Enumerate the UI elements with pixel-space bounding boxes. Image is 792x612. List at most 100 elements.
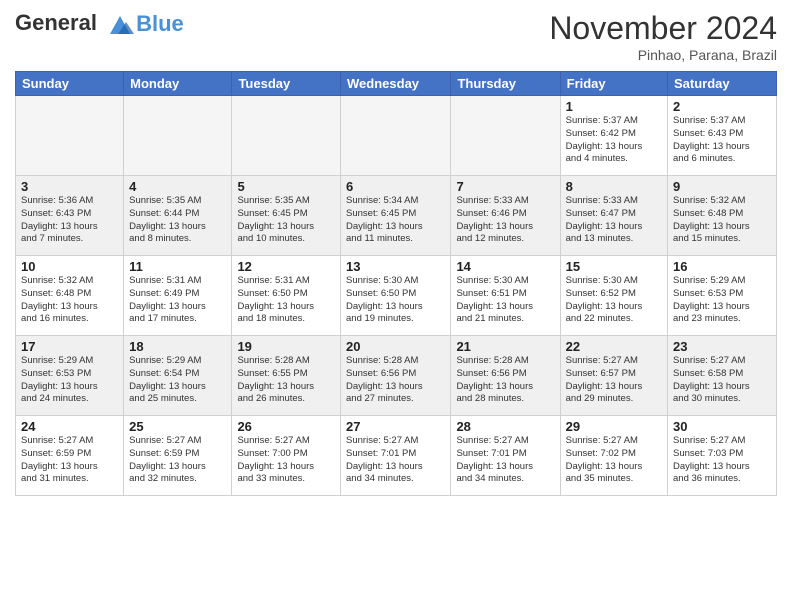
calendar-week-1: 1Sunrise: 5:37 AM Sunset: 6:42 PM Daylig… xyxy=(16,96,777,176)
header-saturday: Saturday xyxy=(668,72,777,96)
day-number: 22 xyxy=(566,339,662,354)
calendar-day-cell: 14Sunrise: 5:30 AM Sunset: 6:51 PM Dayli… xyxy=(451,256,560,336)
day-info: Sunrise: 5:27 AM Sunset: 7:00 PM Dayligh… xyxy=(237,435,335,486)
day-info: Sunrise: 5:28 AM Sunset: 6:56 PM Dayligh… xyxy=(456,355,554,406)
day-info: Sunrise: 5:29 AM Sunset: 6:53 PM Dayligh… xyxy=(673,275,771,326)
day-info: Sunrise: 5:27 AM Sunset: 6:59 PM Dayligh… xyxy=(21,435,118,486)
calendar-day-cell xyxy=(16,96,124,176)
day-info: Sunrise: 5:30 AM Sunset: 6:51 PM Dayligh… xyxy=(456,275,554,326)
day-info: Sunrise: 5:37 AM Sunset: 6:43 PM Dayligh… xyxy=(673,115,771,166)
calendar-day-cell: 2Sunrise: 5:37 AM Sunset: 6:43 PM Daylig… xyxy=(668,96,777,176)
header-friday: Friday xyxy=(560,72,667,96)
calendar-day-cell: 27Sunrise: 5:27 AM Sunset: 7:01 PM Dayli… xyxy=(341,416,451,496)
day-info: Sunrise: 5:30 AM Sunset: 6:52 PM Dayligh… xyxy=(566,275,662,326)
day-number: 8 xyxy=(566,179,662,194)
header-tuesday: Tuesday xyxy=(232,72,341,96)
calendar-day-cell: 16Sunrise: 5:29 AM Sunset: 6:53 PM Dayli… xyxy=(668,256,777,336)
day-number: 4 xyxy=(129,179,226,194)
logo: General Blue xyxy=(15,10,184,38)
day-info: Sunrise: 5:29 AM Sunset: 6:54 PM Dayligh… xyxy=(129,355,226,406)
day-number: 18 xyxy=(129,339,226,354)
logo-general: General xyxy=(15,10,97,35)
header-sunday: Sunday xyxy=(16,72,124,96)
day-number: 17 xyxy=(21,339,118,354)
calendar-week-5: 24Sunrise: 5:27 AM Sunset: 6:59 PM Dayli… xyxy=(16,416,777,496)
calendar-day-cell: 21Sunrise: 5:28 AM Sunset: 6:56 PM Dayli… xyxy=(451,336,560,416)
calendar-day-cell: 23Sunrise: 5:27 AM Sunset: 6:58 PM Dayli… xyxy=(668,336,777,416)
calendar-day-cell: 8Sunrise: 5:33 AM Sunset: 6:47 PM Daylig… xyxy=(560,176,667,256)
calendar-day-cell: 10Sunrise: 5:32 AM Sunset: 6:48 PM Dayli… xyxy=(16,256,124,336)
calendar-day-cell: 30Sunrise: 5:27 AM Sunset: 7:03 PM Dayli… xyxy=(668,416,777,496)
day-number: 6 xyxy=(346,179,445,194)
day-info: Sunrise: 5:33 AM Sunset: 6:47 PM Dayligh… xyxy=(566,195,662,246)
logo-icon xyxy=(106,10,134,38)
header: General Blue November 2024 Pinhao, Paran… xyxy=(15,10,777,63)
day-number: 30 xyxy=(673,419,771,434)
day-info: Sunrise: 5:32 AM Sunset: 6:48 PM Dayligh… xyxy=(21,275,118,326)
day-number: 20 xyxy=(346,339,445,354)
calendar-day-cell xyxy=(451,96,560,176)
day-number: 1 xyxy=(566,99,662,114)
day-number: 25 xyxy=(129,419,226,434)
title-block: November 2024 Pinhao, Parana, Brazil xyxy=(549,10,777,63)
day-info: Sunrise: 5:31 AM Sunset: 6:50 PM Dayligh… xyxy=(237,275,335,326)
day-info: Sunrise: 5:33 AM Sunset: 6:46 PM Dayligh… xyxy=(456,195,554,246)
day-info: Sunrise: 5:28 AM Sunset: 6:55 PM Dayligh… xyxy=(237,355,335,406)
calendar-day-cell: 7Sunrise: 5:33 AM Sunset: 6:46 PM Daylig… xyxy=(451,176,560,256)
calendar-table: Sunday Monday Tuesday Wednesday Thursday… xyxy=(15,71,777,496)
calendar-day-cell: 29Sunrise: 5:27 AM Sunset: 7:02 PM Dayli… xyxy=(560,416,667,496)
day-info: Sunrise: 5:30 AM Sunset: 6:50 PM Dayligh… xyxy=(346,275,445,326)
day-number: 19 xyxy=(237,339,335,354)
calendar-day-cell: 4Sunrise: 5:35 AM Sunset: 6:44 PM Daylig… xyxy=(124,176,232,256)
day-number: 27 xyxy=(346,419,445,434)
calendar-day-cell: 3Sunrise: 5:36 AM Sunset: 6:43 PM Daylig… xyxy=(16,176,124,256)
day-info: Sunrise: 5:35 AM Sunset: 6:45 PM Dayligh… xyxy=(237,195,335,246)
day-number: 26 xyxy=(237,419,335,434)
calendar-day-cell: 19Sunrise: 5:28 AM Sunset: 6:55 PM Dayli… xyxy=(232,336,341,416)
day-info: Sunrise: 5:31 AM Sunset: 6:49 PM Dayligh… xyxy=(129,275,226,326)
calendar-day-cell: 25Sunrise: 5:27 AM Sunset: 6:59 PM Dayli… xyxy=(124,416,232,496)
day-info: Sunrise: 5:27 AM Sunset: 6:57 PM Dayligh… xyxy=(566,355,662,406)
calendar-day-cell: 5Sunrise: 5:35 AM Sunset: 6:45 PM Daylig… xyxy=(232,176,341,256)
logo-blue: Blue xyxy=(136,11,184,37)
calendar-day-cell: 18Sunrise: 5:29 AM Sunset: 6:54 PM Dayli… xyxy=(124,336,232,416)
calendar-day-cell: 26Sunrise: 5:27 AM Sunset: 7:00 PM Dayli… xyxy=(232,416,341,496)
calendar-day-cell: 6Sunrise: 5:34 AM Sunset: 6:45 PM Daylig… xyxy=(341,176,451,256)
day-info: Sunrise: 5:29 AM Sunset: 6:53 PM Dayligh… xyxy=(21,355,118,406)
day-number: 14 xyxy=(456,259,554,274)
day-info: Sunrise: 5:27 AM Sunset: 7:01 PM Dayligh… xyxy=(346,435,445,486)
page-container: General Blue November 2024 Pinhao, Paran… xyxy=(0,0,792,612)
day-number: 10 xyxy=(21,259,118,274)
calendar-day-cell: 20Sunrise: 5:28 AM Sunset: 6:56 PM Dayli… xyxy=(341,336,451,416)
header-thursday: Thursday xyxy=(451,72,560,96)
day-info: Sunrise: 5:27 AM Sunset: 6:58 PM Dayligh… xyxy=(673,355,771,406)
day-number: 3 xyxy=(21,179,118,194)
day-info: Sunrise: 5:28 AM Sunset: 6:56 PM Dayligh… xyxy=(346,355,445,406)
calendar-day-cell: 22Sunrise: 5:27 AM Sunset: 6:57 PM Dayli… xyxy=(560,336,667,416)
day-number: 9 xyxy=(673,179,771,194)
day-number: 2 xyxy=(673,99,771,114)
month-title: November 2024 xyxy=(549,10,777,47)
calendar-day-cell: 13Sunrise: 5:30 AM Sunset: 6:50 PM Dayli… xyxy=(341,256,451,336)
calendar-day-cell: 12Sunrise: 5:31 AM Sunset: 6:50 PM Dayli… xyxy=(232,256,341,336)
calendar-week-2: 3Sunrise: 5:36 AM Sunset: 6:43 PM Daylig… xyxy=(16,176,777,256)
calendar-header-row: Sunday Monday Tuesday Wednesday Thursday… xyxy=(16,72,777,96)
day-number: 28 xyxy=(456,419,554,434)
calendar-day-cell xyxy=(124,96,232,176)
day-info: Sunrise: 5:27 AM Sunset: 7:03 PM Dayligh… xyxy=(673,435,771,486)
header-wednesday: Wednesday xyxy=(341,72,451,96)
calendar-day-cell: 11Sunrise: 5:31 AM Sunset: 6:49 PM Dayli… xyxy=(124,256,232,336)
day-number: 7 xyxy=(456,179,554,194)
calendar-day-cell: 17Sunrise: 5:29 AM Sunset: 6:53 PM Dayli… xyxy=(16,336,124,416)
day-info: Sunrise: 5:35 AM Sunset: 6:44 PM Dayligh… xyxy=(129,195,226,246)
calendar-day-cell: 9Sunrise: 5:32 AM Sunset: 6:48 PM Daylig… xyxy=(668,176,777,256)
day-number: 12 xyxy=(237,259,335,274)
day-info: Sunrise: 5:27 AM Sunset: 6:59 PM Dayligh… xyxy=(129,435,226,486)
day-info: Sunrise: 5:27 AM Sunset: 7:01 PM Dayligh… xyxy=(456,435,554,486)
day-number: 11 xyxy=(129,259,226,274)
calendar-day-cell: 1Sunrise: 5:37 AM Sunset: 6:42 PM Daylig… xyxy=(560,96,667,176)
calendar-day-cell: 24Sunrise: 5:27 AM Sunset: 6:59 PM Dayli… xyxy=(16,416,124,496)
day-info: Sunrise: 5:32 AM Sunset: 6:48 PM Dayligh… xyxy=(673,195,771,246)
day-info: Sunrise: 5:37 AM Sunset: 6:42 PM Dayligh… xyxy=(566,115,662,166)
location-subtitle: Pinhao, Parana, Brazil xyxy=(549,47,777,63)
